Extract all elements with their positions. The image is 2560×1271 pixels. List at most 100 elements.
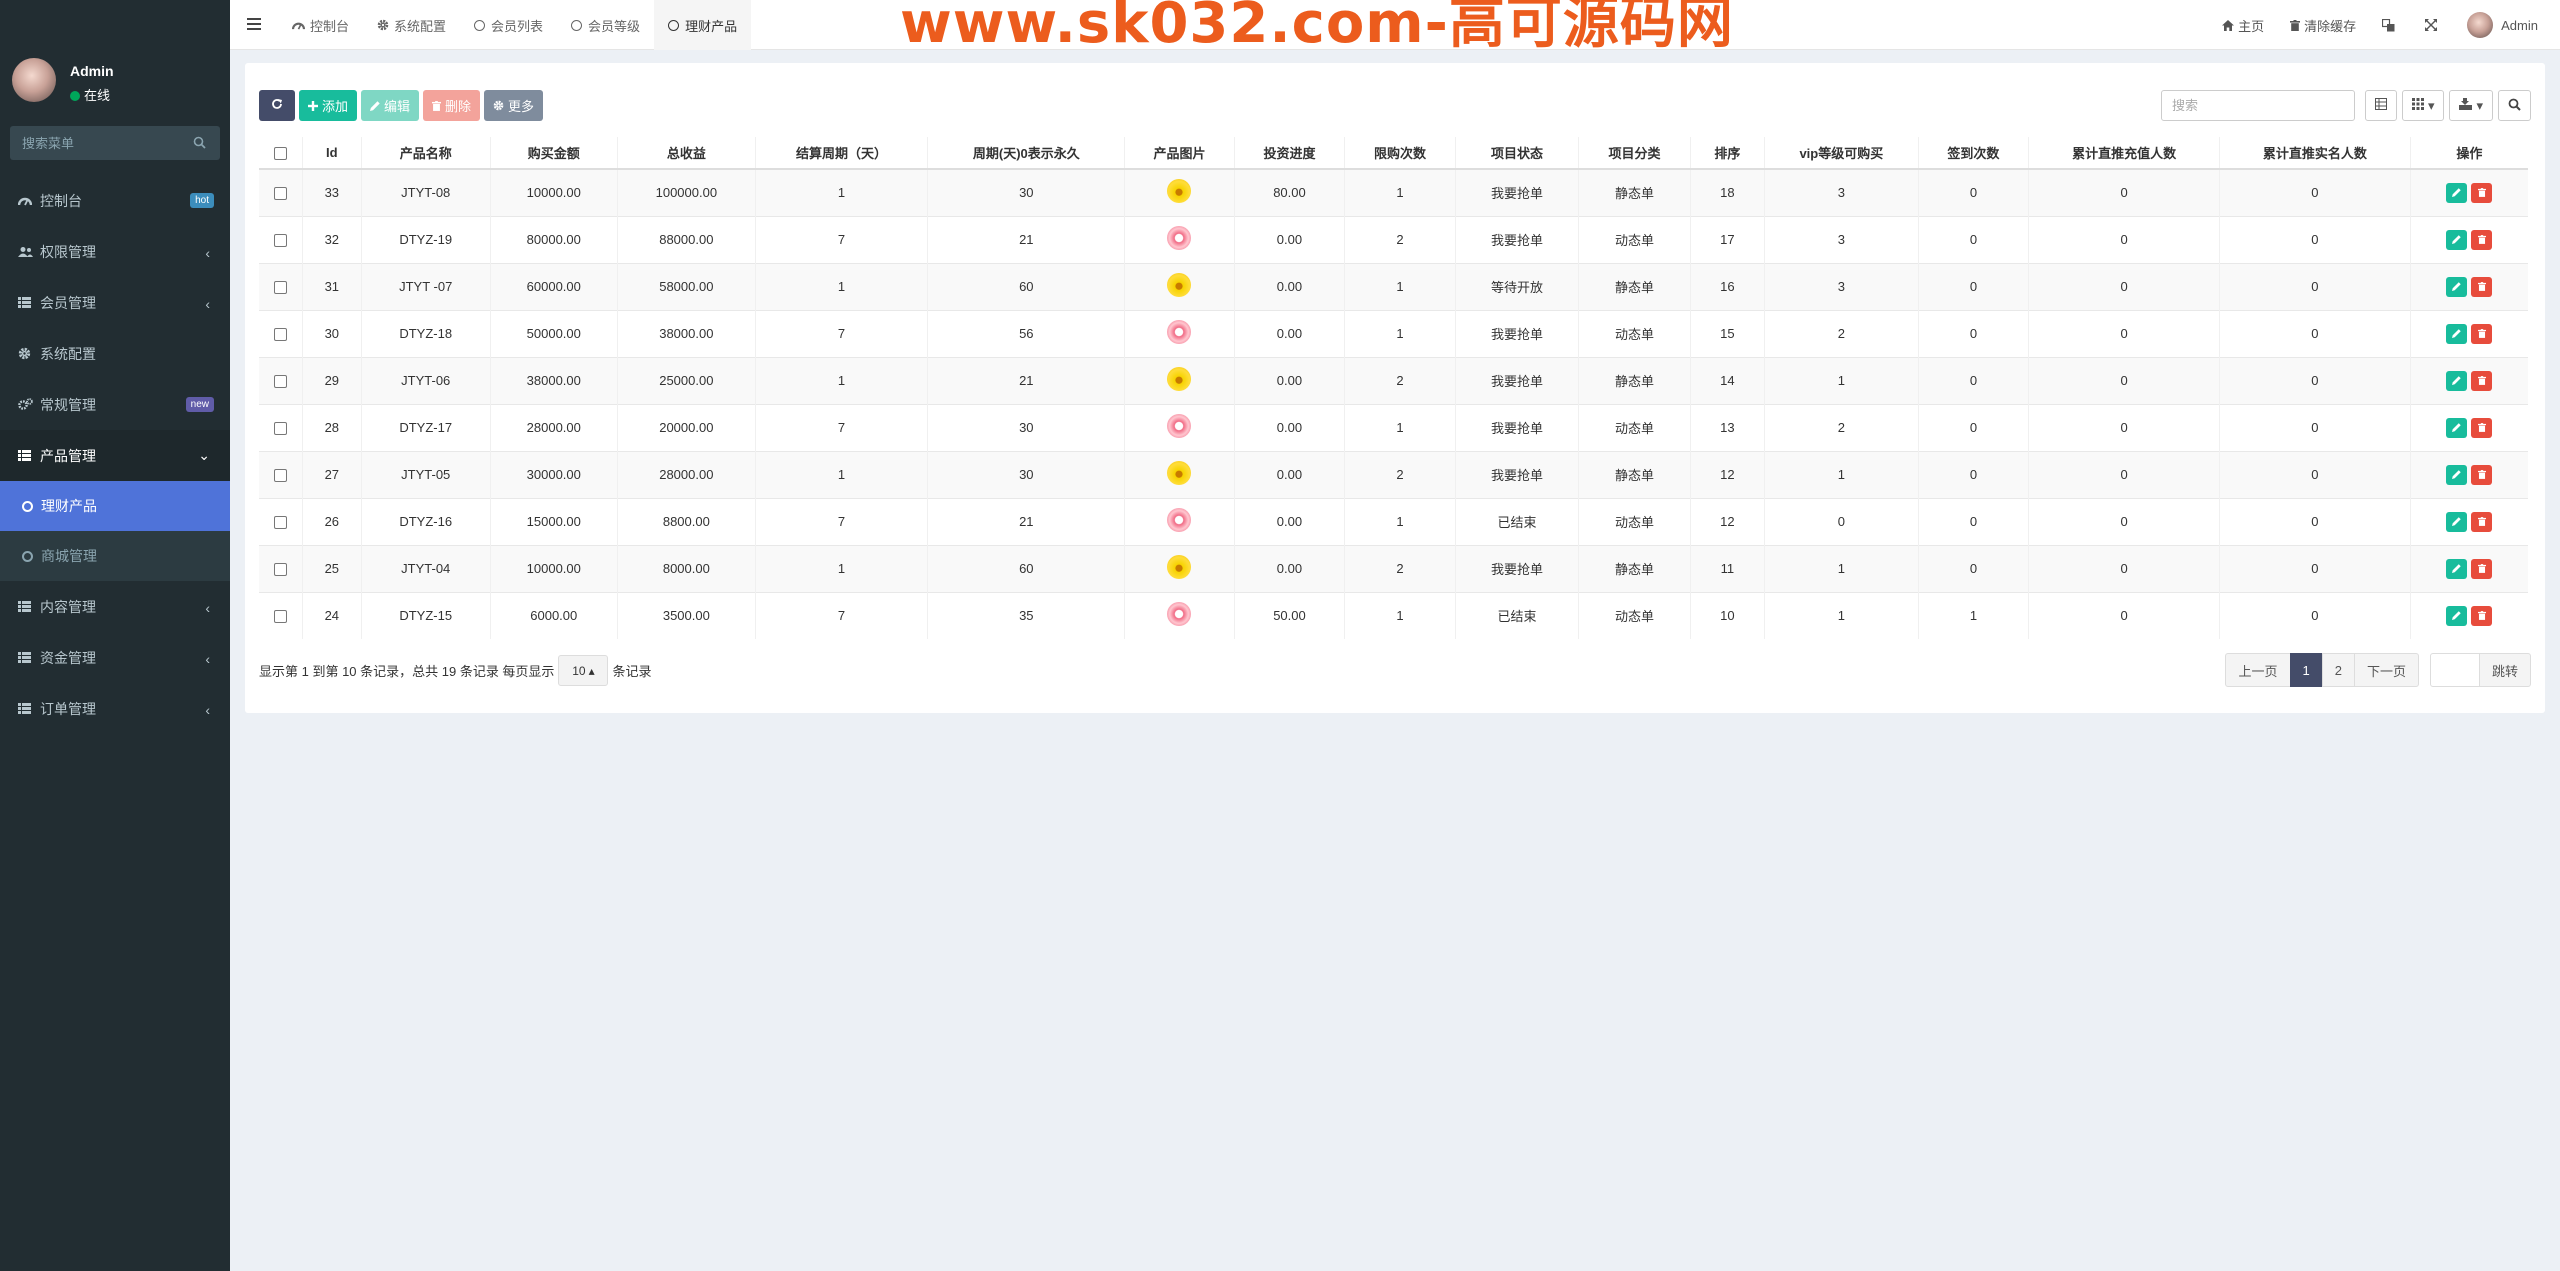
sidebar-item-dashboard[interactable]: 控制台 hot	[0, 175, 230, 226]
sidebar-item-system-config[interactable]: 系统配置	[0, 328, 230, 379]
delete-row-icon[interactable]	[2471, 323, 2493, 344]
sidebar-item-members[interactable]: 会员管理 ‹	[0, 277, 230, 328]
more-button[interactable]: 更多	[484, 90, 544, 121]
table-row[interactable]: 33 JTYT-08 10000.00 100000.00 1 30 80.00 1 我要抢单静…	[259, 168, 2528, 216]
refresh-button[interactable]	[259, 90, 295, 121]
tab-member-list[interactable]: 会员列表	[460, 0, 557, 50]
delete-row-icon[interactable]	[2471, 417, 2493, 438]
page-size-select[interactable]: 10 ▴	[558, 655, 609, 686]
cell-status[interactable]: 我要抢单	[1454, 403, 1579, 451]
product-image-red[interactable]	[1167, 226, 1192, 250]
cell-status[interactable]: 我要抢单	[1454, 168, 1579, 216]
col-header-progress[interactable]: 投资进度	[1233, 137, 1345, 170]
delete-row-icon[interactable]	[2471, 511, 2493, 532]
col-header-vip[interactable]: vip等级可购买	[1764, 137, 1919, 170]
edit-row-icon[interactable]	[2446, 417, 2468, 438]
cell-category[interactable]: 静态单	[1578, 356, 1691, 404]
table-search-input[interactable]	[2160, 90, 2355, 121]
page-1-button[interactable]: 1	[2289, 653, 2323, 687]
tab-system-config[interactable]: 系统配置	[363, 0, 460, 50]
tab-member-level[interactable]: 会员等级	[557, 0, 654, 50]
edit-row-icon[interactable]	[2446, 370, 2468, 391]
product-image-yellow[interactable]	[1167, 555, 1192, 579]
edit-button[interactable]: 编辑	[361, 90, 420, 121]
cell-category[interactable]: 静态单	[1578, 544, 1691, 592]
delete-row-icon[interactable]	[2471, 276, 2493, 297]
edit-row-icon[interactable]	[2446, 323, 2468, 344]
sidebar-item-permissions[interactable]: 权限管理 ‹	[0, 226, 230, 277]
row-checkbox[interactable]	[273, 422, 287, 436]
select-all-checkbox[interactable]	[273, 147, 287, 161]
search-icon[interactable]	[193, 136, 206, 152]
row-checkbox[interactable]	[273, 563, 287, 577]
cell-category[interactable]: 动态单	[1578, 215, 1691, 263]
fullscreen-button[interactable]	[2412, 0, 2454, 50]
col-header-amount[interactable]: 购买金额	[489, 137, 618, 170]
edit-row-icon[interactable]	[2446, 229, 2468, 250]
cell-category[interactable]: 动态单	[1578, 591, 1691, 639]
cell-status[interactable]: 已结束	[1454, 497, 1579, 545]
table-row[interactable]: 24 DTYZ-15 6000.00 3500.00 7 35 50.00 1 已结束 动态单 10…	[259, 591, 2528, 639]
product-image-red[interactable]	[1167, 414, 1192, 438]
edit-row-icon[interactable]	[2446, 511, 2468, 532]
avatar[interactable]	[12, 58, 56, 102]
sidebar-item-wealth-products[interactable]: 理财产品	[0, 481, 230, 531]
table-row[interactable]: 30 DTYZ-18 50000.00 38000.00 7 56 0.00 1 我要抢单 动态单…	[259, 309, 2528, 357]
sidebar-item-products[interactable]: 产品管理 ⌄	[0, 430, 230, 481]
edit-row-icon[interactable]	[2446, 605, 2468, 626]
delete-button[interactable]: 删除	[423, 90, 481, 121]
row-checkbox[interactable]	[273, 375, 287, 389]
columns-button[interactable]: ▾	[2401, 90, 2445, 121]
next-page-button[interactable]: 下一页	[2353, 653, 2419, 687]
product-image-red[interactable]	[1167, 602, 1192, 627]
col-header-period[interactable]: 周期(天)0表示永久	[927, 137, 1125, 170]
cell-category[interactable]: 静态单	[1578, 450, 1691, 498]
sidebar-item-general[interactable]: 常规管理 new	[0, 379, 230, 430]
edit-row-icon[interactable]	[2446, 182, 2468, 203]
row-checkbox[interactable]	[273, 516, 287, 530]
product-image-yellow[interactable]	[1167, 367, 1192, 391]
prev-page-button[interactable]: 上一页	[2225, 653, 2291, 687]
export-button[interactable]: ▾	[2449, 90, 2493, 121]
col-header-name[interactable]: 产品名称	[360, 137, 490, 170]
delete-row-icon[interactable]	[2471, 464, 2493, 485]
cell-status[interactable]: 我要抢单	[1454, 309, 1579, 357]
user-menu[interactable]: Admin	[2454, 0, 2560, 50]
product-image-yellow[interactable]	[1167, 179, 1192, 204]
cell-status[interactable]: 我要抢单	[1454, 450, 1579, 498]
row-checkbox[interactable]	[273, 281, 287, 295]
menu-search-input[interactable]	[10, 126, 180, 160]
menu-toggle-icon[interactable]	[244, 14, 264, 34]
cell-status[interactable]: 我要抢单	[1454, 356, 1579, 404]
product-image-red[interactable]	[1167, 320, 1192, 344]
delete-row-icon[interactable]	[2471, 605, 2493, 626]
col-header-realname[interactable]: 累计直推实名人数	[2219, 137, 2411, 170]
delete-row-icon[interactable]	[2471, 558, 2493, 579]
row-checkbox[interactable]	[273, 610, 287, 624]
table-row[interactable]: 29 JTYT-06 38000.00 25000.00 1 21 0.00 2 我要抢单 静态单…	[259, 356, 2528, 404]
advanced-search-button[interactable]	[2498, 90, 2531, 121]
page-2-button[interactable]: 2	[2321, 653, 2355, 687]
row-checkbox[interactable]	[273, 187, 287, 201]
table-row[interactable]: 28 DTYZ-17 28000.00 20000.00 7 30 0.00 1 我要抢单 动态单…	[259, 403, 2528, 451]
col-header-sort[interactable]: 排序	[1689, 137, 1765, 170]
col-header-id[interactable]: Id	[301, 137, 362, 170]
sidebar-item-orders[interactable]: 订单管理 ‹	[0, 683, 230, 734]
table-row[interactable]: 25 JTYT-04 10000.00 8000.00 1 60 0.00 2 我要抢单 静态单 1…	[259, 544, 2528, 592]
delete-row-icon[interactable]	[2471, 229, 2493, 250]
delete-row-icon[interactable]	[2471, 370, 2493, 391]
row-checkbox[interactable]	[273, 328, 287, 342]
sidebar-item-funds[interactable]: 资金管理 ‹	[0, 632, 230, 683]
table-row[interactable]: 32 DTYZ-19 80000.00 88000.00 7 21 0.00 2 我要抢单 动态单…	[259, 215, 2528, 263]
tab-wealth-products[interactable]: 理财产品	[654, 0, 752, 50]
cell-category[interactable]: 静态单	[1578, 168, 1691, 216]
col-header-settle[interactable]: 结算周期（天）	[754, 137, 928, 170]
table-row[interactable]: 27 JTYT-05 30000.00 28000.00 1 30 0.00 2 我要抢单 静态单…	[259, 450, 2528, 498]
col-header-recharge[interactable]: 累计直推充值人数	[2028, 137, 2220, 170]
cell-status[interactable]: 已结束	[1454, 591, 1579, 639]
cell-status[interactable]: 我要抢单	[1454, 215, 1579, 263]
table-row[interactable]: 31 JTYT -07 60000.00 58000.00 1 60 0.00 1 等待开放 静态…	[259, 262, 2528, 310]
product-image-yellow[interactable]	[1167, 273, 1192, 297]
jump-button[interactable]: 跳转	[2478, 653, 2531, 687]
delete-row-icon[interactable]	[2471, 182, 2493, 203]
